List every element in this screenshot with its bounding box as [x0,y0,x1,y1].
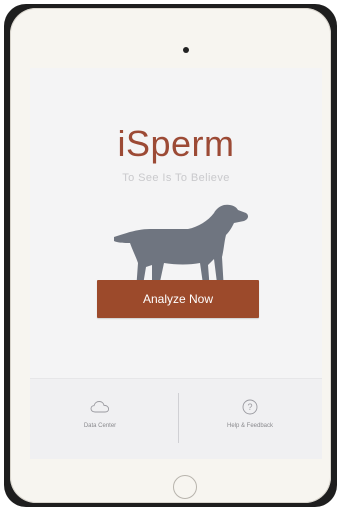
data-center-button[interactable]: Data Center [30,393,170,443]
question-circle-icon: ? [242,399,258,415]
app-title: iSperm [117,123,235,164]
help-feedback-label: Help & Feedback [226,423,274,429]
help-feedback-button[interactable]: ? Help & Feedback [180,393,320,443]
svg-text:?: ? [247,402,252,412]
home-button[interactable] [173,475,197,499]
toolbar-divider [178,393,179,443]
app-screen: iSperm To See Is To Believe Analyze Now … [30,68,322,459]
app-tagline: To See Is To Believe [122,172,230,184]
data-center-label: Data Center [83,423,117,429]
front-camera [183,47,189,53]
cloud-icon [90,401,110,413]
analyze-now-button[interactable]: Analyze Now [97,280,259,318]
bottom-toolbar: Data Center ? Help & Feedback [30,378,322,459]
